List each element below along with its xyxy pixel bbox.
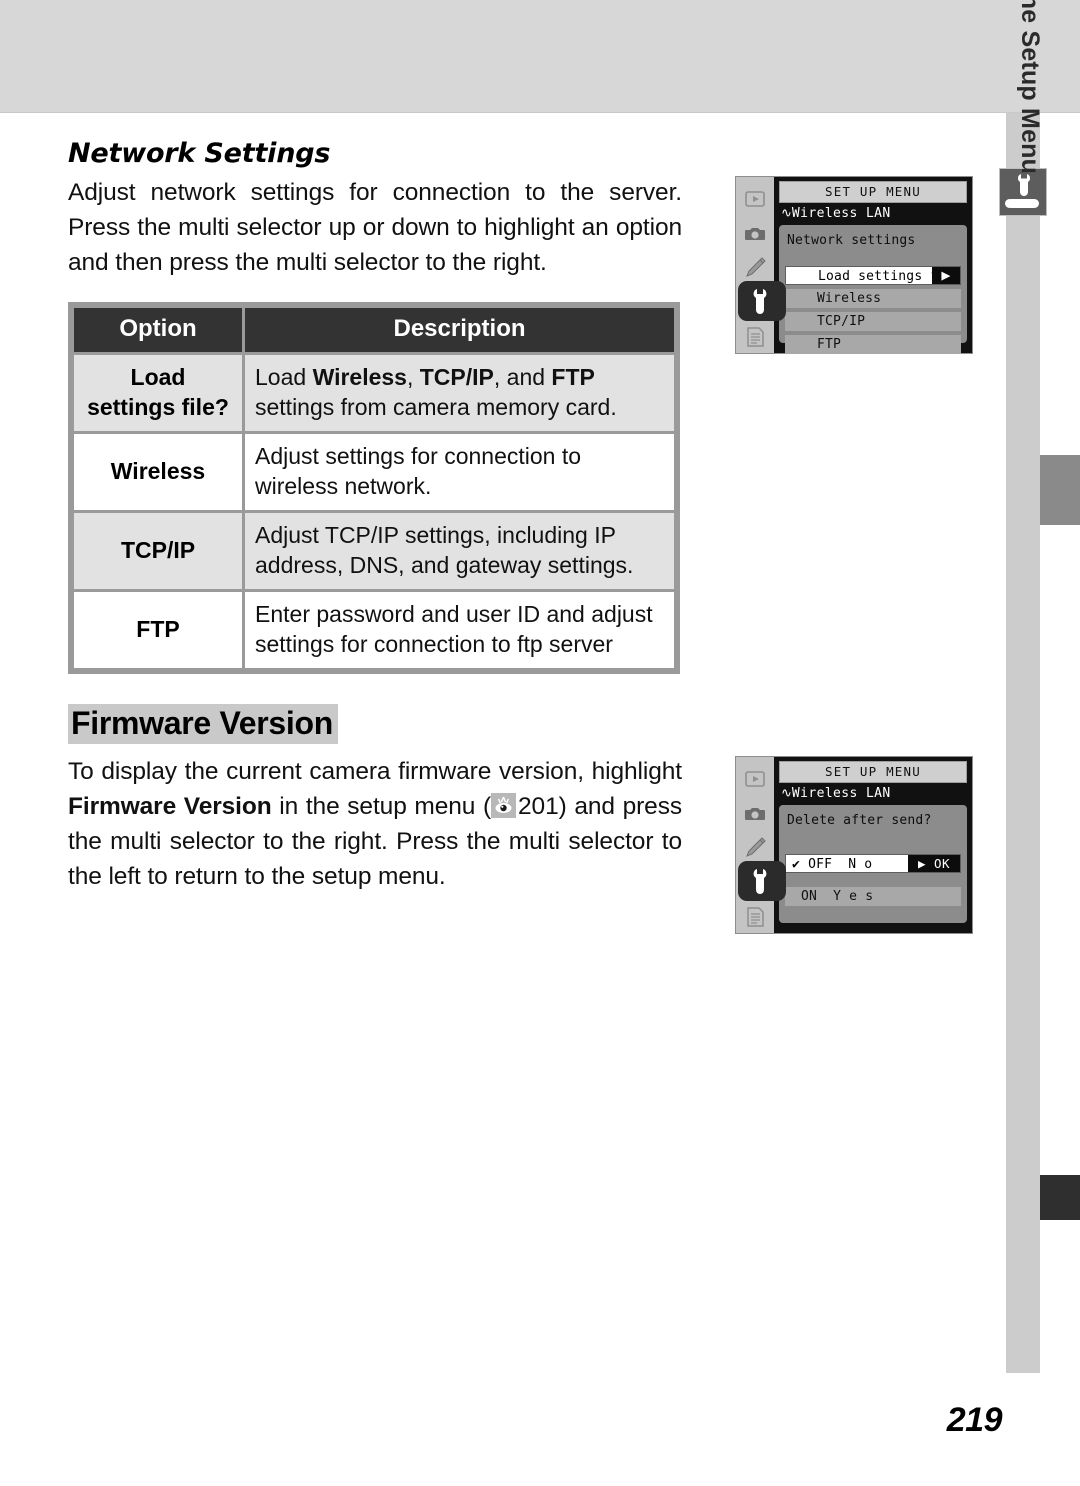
option-line-1: Load bbox=[130, 364, 186, 390]
desc-text-pre: Load bbox=[255, 364, 313, 390]
lcd-title: SET UP MENU bbox=[779, 761, 967, 783]
cell-description-tcpip: Adjust TCP/IP settings, including IP add… bbox=[245, 513, 674, 589]
network-settings-table: Option Description Load settings file? L… bbox=[68, 302, 680, 674]
cell-option-ftp: FTP bbox=[74, 592, 242, 668]
manual-page: Network Settings Adjust network settings… bbox=[0, 0, 1080, 1486]
lcd-subtitle: ∿Wireless LAN bbox=[779, 783, 967, 805]
camera-icon bbox=[743, 222, 767, 246]
lcd-screen-area: SET UP MENU ∿Wireless LAN Delete after s… bbox=[774, 757, 972, 933]
chevron-right-icon[interactable]: ▶ bbox=[932, 267, 960, 284]
desc-sep-2: , and bbox=[493, 364, 552, 390]
firmware-heading-wrap: Firmware Version bbox=[68, 674, 682, 744]
column-header-option: Option bbox=[74, 308, 242, 352]
cell-description-wireless: Adjust settings for connection to wirele… bbox=[245, 434, 674, 510]
table-row: Load settings file? Load Wireless, TCP/I… bbox=[74, 355, 674, 431]
lcd-option-label: Y e s bbox=[833, 889, 874, 904]
table-header-row: Option Description bbox=[74, 308, 674, 352]
scan-header-band bbox=[0, 0, 1080, 113]
lcd-subtitle-text: Wireless LAN bbox=[791, 786, 891, 801]
lcd-menu-item-tcpip[interactable]: TCP/IP bbox=[785, 312, 961, 331]
edge-marker-gray bbox=[1040, 455, 1080, 525]
lcd-spacer bbox=[785, 248, 961, 262]
lcd-spacer bbox=[785, 873, 961, 883]
pencil-icon bbox=[743, 835, 767, 859]
cell-option-wireless: Wireless bbox=[74, 434, 242, 510]
wrench-icon[interactable] bbox=[738, 281, 786, 321]
lcd-option-off-no[interactable]: ✔ OFF N o ▶ OK bbox=[785, 854, 961, 873]
lcd-menu-body: Delete after send? ✔ OFF N o ▶ OK ON Y e … bbox=[779, 805, 967, 923]
lcd-option-state: OFF bbox=[808, 857, 833, 872]
content-column: Network Settings Adjust network settings… bbox=[68, 138, 682, 894]
desc-bold-ftp: FTP bbox=[551, 364, 595, 390]
list-icon bbox=[743, 325, 767, 349]
lcd-screenshot-delete-after-send: SET UP MENU ∿Wireless LAN Delete after s… bbox=[735, 756, 973, 934]
playback-icon bbox=[743, 187, 767, 211]
lcd-prompt: Network settings bbox=[787, 233, 916, 248]
firmware-text-part2: in the setup menu ( bbox=[271, 793, 492, 820]
eye-reference-icon bbox=[491, 793, 517, 818]
lcd-option-on-yes[interactable]: ON Y e s bbox=[785, 887, 961, 906]
desc-text-post: settings from camera memory card. bbox=[255, 394, 617, 420]
list-icon bbox=[743, 905, 767, 929]
cell-description-load-settings-file: Load Wireless, TCP/IP, and FTP settings … bbox=[245, 355, 674, 431]
lcd-menu-item-load-settings-file[interactable]: Load settings file ▶ bbox=[785, 266, 961, 285]
lcd-subtitle: ∿Wireless LAN bbox=[779, 203, 967, 225]
table-row: TCP/IP Adjust TCP/IP settings, including… bbox=[74, 513, 674, 589]
lcd-screen-area: SET UP MENU ∿Wireless LAN Network settin… bbox=[774, 177, 972, 354]
playback-icon bbox=[743, 767, 767, 791]
chapter-rail bbox=[1006, 113, 1040, 1373]
pencil-icon bbox=[743, 255, 767, 279]
lcd-title: SET UP MENU bbox=[779, 181, 967, 203]
lcd-subtitle-text: Wireless LAN bbox=[791, 206, 891, 221]
page-number: 219 bbox=[946, 1401, 1003, 1439]
wireless-wave-icon: ∿ bbox=[781, 206, 792, 221]
ok-button[interactable]: ▶ OK bbox=[908, 855, 960, 872]
edge-marker-dark bbox=[1040, 1175, 1080, 1220]
firmware-version-heading: Firmware Version bbox=[68, 704, 338, 744]
column-header-description: Description bbox=[245, 308, 674, 352]
wrench-icon[interactable] bbox=[738, 861, 786, 901]
desc-bold-tcpip: TCP/IP bbox=[419, 364, 494, 390]
lcd-menu-item-ftp[interactable]: FTP bbox=[785, 335, 961, 354]
table-row: Wireless Adjust settings for connection … bbox=[74, 434, 674, 510]
lcd-screenshot-network-settings: SET UP MENU ∿Wireless LAN Network settin… bbox=[735, 176, 973, 354]
lcd-icon-rail bbox=[736, 757, 786, 933]
cell-option-load-settings-file: Load settings file? bbox=[74, 355, 242, 431]
lcd-menu-item-wireless[interactable]: Wireless bbox=[785, 289, 961, 308]
lcd-spacer bbox=[785, 828, 961, 850]
check-icon: ✔ bbox=[792, 857, 801, 872]
lcd-icon-rail bbox=[736, 177, 786, 353]
chapter-label: Menu Guide—The Setup Menu bbox=[1015, 0, 1044, 228]
desc-bold-wireless: Wireless bbox=[312, 364, 407, 390]
cell-option-tcpip: TCP/IP bbox=[74, 513, 242, 589]
camera-icon bbox=[743, 802, 767, 826]
cell-description-ftp: Enter password and user ID and adjust se… bbox=[245, 592, 674, 668]
section-intro-paragraph: Adjust network settings for connection t… bbox=[68, 179, 682, 276]
table-row: FTP Enter password and user ID and adjus… bbox=[74, 592, 674, 668]
firmware-page-ref: 201 bbox=[518, 793, 559, 820]
desc-sep-1: , bbox=[406, 364, 420, 390]
wireless-wave-icon: ∿ bbox=[781, 786, 792, 801]
section-title: Network Settings bbox=[68, 138, 331, 169]
lcd-option-state: ON bbox=[801, 889, 818, 904]
lcd-option-label: N o bbox=[848, 857, 873, 872]
lcd-menu-body: Network settings Load settings file ▶ Wir… bbox=[779, 225, 967, 354]
firmware-version-paragraph: To display the current camera firmware v… bbox=[68, 754, 682, 894]
firmware-text-part1: To display the current camera firmware v… bbox=[68, 758, 682, 785]
firmware-bold-label: Firmware Version bbox=[68, 793, 272, 820]
option-line-2: settings file? bbox=[87, 394, 229, 420]
lcd-prompt: Delete after send? bbox=[787, 813, 932, 828]
